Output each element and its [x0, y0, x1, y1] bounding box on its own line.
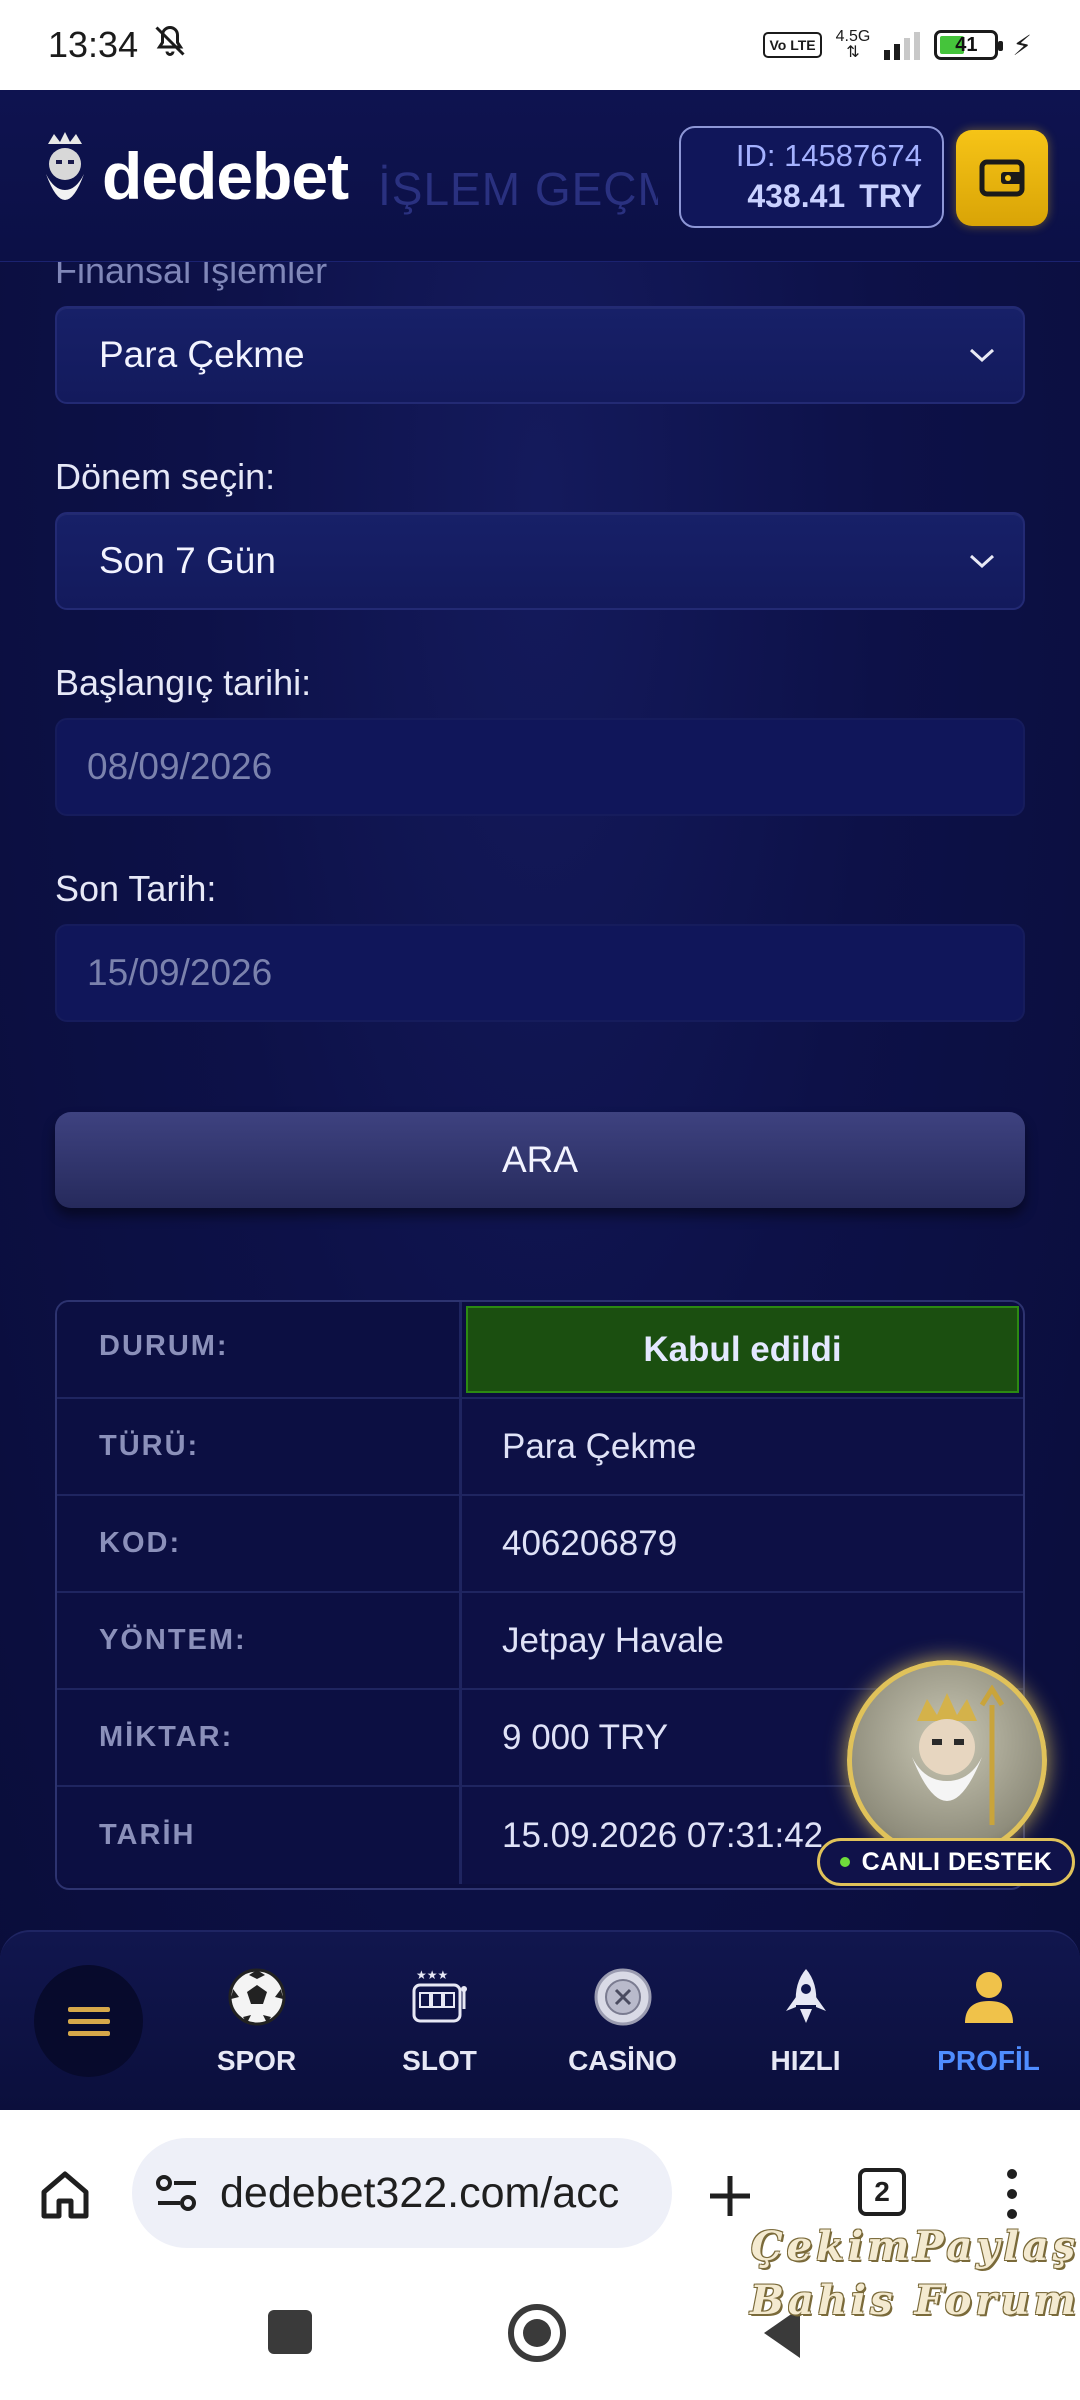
period-label: Dönem seçin: — [55, 456, 276, 497]
status-badge: Kabul edildi — [466, 1306, 1019, 1393]
table-row: KOD: 406206879 — [57, 1496, 1023, 1593]
web-page: dedebet İŞLEM GEÇMİŞİ ID: 14587674 438.4… — [0, 90, 1080, 2110]
mascot-icon — [912, 1685, 1005, 1825]
url-text: dedebet322.com/acc — [220, 2168, 620, 2217]
row-value: 406206879 — [462, 1496, 1023, 1591]
soccer-ball-icon — [228, 1968, 286, 2026]
row-key: DURUM: — [57, 1302, 462, 1397]
nav-label: CASİNO — [568, 2045, 677, 2076]
period-value: Son 7 Gün — [99, 540, 276, 581]
live-support-label: CANLI DESTEK — [861, 1847, 1053, 1876]
support-avatar — [847, 1660, 1047, 1860]
rocket-icon — [785, 1969, 826, 2023]
casino-chip-icon — [594, 1968, 652, 2026]
transaction-type-value: Para Çekme — [99, 334, 305, 375]
home-button[interactable] — [508, 2304, 566, 2362]
nav-item-casino[interactable]: CASİNO — [531, 1965, 714, 2077]
balance-amount: 438.41 — [747, 178, 846, 214]
live-support-widget[interactable]: CANLI DESTEK — [817, 1660, 1077, 1890]
nav-label: PROFİL — [937, 2045, 1040, 2076]
watermark-line-1: ÇekimPaylaş — [750, 2223, 1080, 2270]
account-id: ID: 14587674 — [735, 138, 922, 173]
slot-machine-icon: ★★★ — [412, 1968, 467, 2023]
address-bar[interactable]: dedebet322.com/acc — [132, 2138, 672, 2248]
row-key: TÜRÜ: — [57, 1399, 462, 1494]
new-tab-icon[interactable] — [706, 2172, 754, 2220]
row-key: MİKTAR: — [57, 1690, 462, 1785]
site-settings-icon[interactable] — [154, 2173, 200, 2213]
transaction-type-select[interactable]: Para Çekme — [55, 306, 1025, 404]
nav-label: SPOR — [216, 2045, 297, 2076]
battery-icon: 41 — [934, 30, 1004, 60]
nav-item-slot[interactable]: ★★★ SLOT — [348, 1965, 531, 2077]
filter-form: Finansal İşlemler Para Çekme Dönem seçin… — [55, 250, 1025, 1208]
status-bar: 13:34 Vo LTE 4.5G ⇅ 41 ⚡ — [0, 0, 1080, 90]
end-date-value: 15/09/2026 — [87, 952, 273, 993]
start-date-label: Başlangıç tarihi: — [55, 662, 312, 703]
svg-text:★★★: ★★★ — [416, 1968, 448, 1982]
account-balance: 438.41 TRY — [701, 178, 922, 215]
search-button[interactable]: ARA — [55, 1112, 1025, 1208]
period-select[interactable]: Son 7 Gün — [55, 512, 1025, 610]
row-value: Para Çekme — [462, 1399, 1023, 1494]
table-row: TÜRÜ: Para Çekme — [57, 1399, 1023, 1496]
charging-icon: ⚡ — [1012, 29, 1032, 61]
home-icon[interactable] — [38, 2168, 92, 2222]
watermark-line-2: Bahis Forum — [750, 2277, 1080, 2324]
wallet-button[interactable] — [956, 130, 1048, 226]
network-indicator: 4.5G ⇅ — [835, 28, 871, 61]
logo[interactable]: dedebet — [36, 130, 349, 222]
wallet-icon — [979, 159, 1025, 197]
row-key: KOD: — [57, 1496, 462, 1591]
nav-label: SLOT — [402, 2045, 477, 2076]
user-icon — [964, 1972, 1013, 2023]
network-type: 4.5G — [835, 28, 871, 45]
nav-item-hizli[interactable]: HIZLI — [714, 1965, 897, 2077]
logo-mark-icon — [46, 132, 84, 200]
chevron-down-icon — [969, 554, 995, 569]
page-title: İŞLEM GEÇMİŞİ — [378, 163, 658, 215]
account-balance-box[interactable]: ID: 14587674 438.41 TRY — [679, 126, 944, 228]
more-options-icon[interactable] — [1000, 2166, 1024, 2222]
recents-button[interactable] — [268, 2310, 312, 2354]
watermark: ÇekimPaylaş Bahis Forum — [750, 2220, 1080, 2328]
logo-text: dedebet — [102, 139, 349, 213]
bottom-navigation: SPOR ★★★ SLOT CASİNO HIZLI PROFİL — [0, 1930, 1080, 2110]
signal-icon — [884, 30, 921, 60]
battery-level: 41 — [955, 33, 978, 56]
balance-currency: TRY — [859, 178, 922, 214]
chevron-down-icon — [969, 348, 995, 363]
start-date-value: 08/09/2026 — [87, 746, 273, 787]
end-date-label: Son Tarih: — [55, 868, 217, 909]
row-key: TARİH — [57, 1787, 462, 1884]
site-header: dedebet İŞLEM GEÇMİŞİ ID: 14587674 438.4… — [0, 90, 1080, 262]
nav-item-profil[interactable]: PROFİL — [897, 1965, 1080, 2077]
live-support-button[interactable]: CANLI DESTEK — [817, 1838, 1075, 1886]
volte-icon: Vo LTE — [763, 32, 822, 58]
tab-switcher-button[interactable]: 2 — [858, 2168, 906, 2216]
start-date-field[interactable]: 08/09/2026 — [55, 718, 1025, 816]
nav-item-spor[interactable]: SPOR — [165, 1965, 348, 2077]
hamburger-menu-icon — [67, 2007, 110, 2036]
end-date-field[interactable]: 15/09/2026 — [55, 924, 1025, 1022]
row-key: YÖNTEM: — [57, 1593, 462, 1688]
menu-button[interactable] — [34, 1965, 144, 2077]
table-row: DURUM: Kabul edildi — [57, 1302, 1023, 1399]
online-dot-icon — [839, 1857, 850, 1867]
nav-label: HIZLI — [770, 2045, 841, 2076]
status-time: 13:34 — [48, 24, 139, 65]
notifications-off-icon — [152, 23, 188, 68]
